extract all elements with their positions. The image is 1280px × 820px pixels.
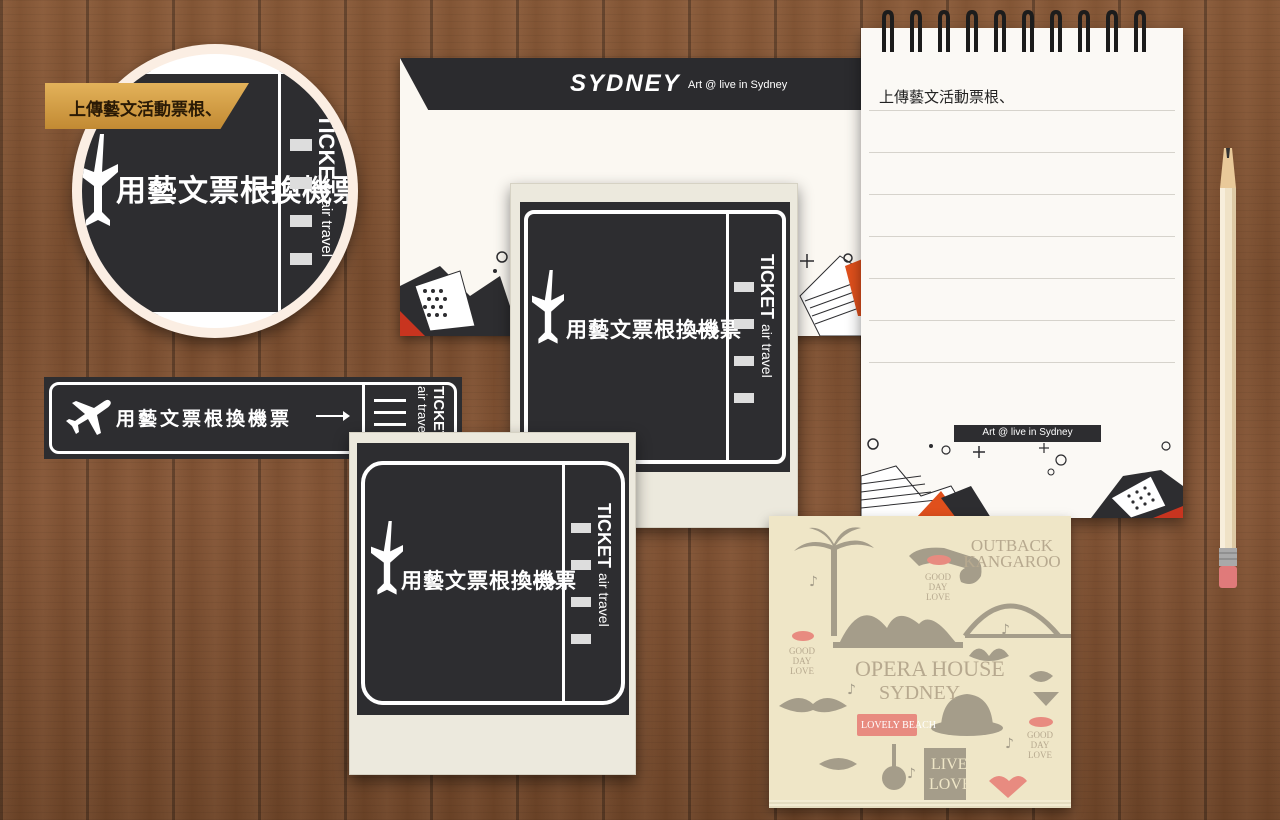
svg-text:♪: ♪ [809,574,818,590]
polaroid-top-label: TICKET air travel [757,254,777,378]
svg-text:♪: ♪ [847,682,856,698]
notepad-rule [869,152,1175,153]
envelope-tagline: Art @ live in Sydney [688,79,788,91]
arrow-right-icon [316,411,350,421]
arrow-right-icon [533,577,557,587]
upload-ticket-tag: 上傳藝文活動票根、 [45,83,249,129]
polaroid-bottom-bars [571,523,591,644]
opera-house-text: OPERA HOUSE [855,656,1005,681]
love-text: LOVE [929,776,972,793]
notepad-title: 上傳藝文活動票根、 [879,89,1015,106]
polaroid-photo-bottom: 用藝文票根換機票 TICKET air travel [349,432,636,775]
notepad-rule [869,320,1175,321]
zoom-ticket-subtitle: air travel [318,199,335,258]
notepad-rule [869,110,1175,111]
notepad: 上傳藝文活動票根、 Art @ live in Sydney [861,28,1183,518]
airplane-icon [66,399,111,435]
good-day-love-text: GOOD DAY LOVE [925,572,951,602]
pencil-icon [1219,148,1237,588]
polaroid-top-bars [734,282,754,403]
svg-text:♪: ♪ [1001,622,1010,638]
sydney-text: SYDNEY [879,682,961,704]
polaroid-top-divider [726,210,729,464]
airplane-icon [532,270,564,344]
notepad-rule [869,362,1175,363]
polaroid-bottom-divider [562,461,565,705]
notepad-rule [869,278,1175,279]
zoom-bars [290,139,312,291]
arrow-right-icon [696,326,720,336]
lovely-beach-text: LOVELY BEACH [861,720,937,731]
zoom-ticket-label: TICKET air travel [314,114,339,258]
kangaroo-text: OUTBACK KANGAROO [963,536,1061,571]
polaroid-bottom-title: TICKET [594,503,614,568]
envelope-logo: SYDNEY [570,70,681,97]
notepad-rule [869,194,1175,195]
good-day-love-text: GOOD DAY LOVE [789,646,815,676]
banner-text: 用藝文票根換機票 [116,409,293,430]
banner-subtitle: air travel [415,386,430,436]
zoom-arrow [256,186,274,189]
polaroid-top-subtitle: air travel [759,324,775,378]
svg-text:♪: ♪ [1005,736,1014,752]
zoom-ticket-title: TICKET [314,114,339,194]
notepad-rule [869,236,1175,237]
geometric-pattern [861,438,1183,518]
svg-text:♪: ♪ [907,766,916,782]
sticky-note-pad: ♪ ♪ ♪ ♪ ♪ OUTBACK KANGAROO OPERA HOUSE S… [769,516,1071,806]
polaroid-bottom-label: TICKET air travel [594,503,614,627]
spiral-binding [882,10,1146,52]
polaroid-bottom-subtitle: air travel [596,573,612,627]
live-text: LIVE [931,756,968,773]
airplane-icon [82,134,118,226]
sticky-pad-edge [769,800,1071,808]
airplane-icon [371,521,403,595]
polaroid-bottom-ticket: 用藝文票根換機票 TICKET air travel [357,443,629,715]
zoom-divider [278,74,281,312]
good-day-love-text: GOOD DAY LOVE [1027,730,1053,760]
polaroid-top-title: TICKET [757,254,777,319]
